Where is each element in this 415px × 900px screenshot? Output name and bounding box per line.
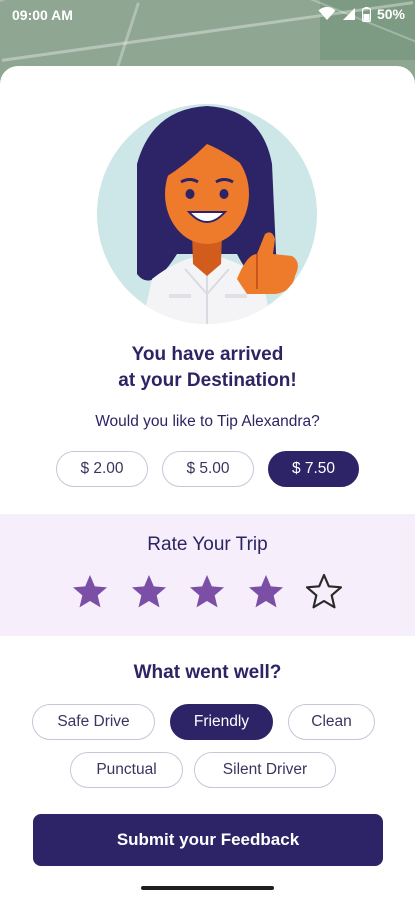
- battery-icon: [361, 6, 371, 22]
- tip-option-7-50[interactable]: $ 7.50: [268, 451, 359, 487]
- what-went-well-title: What went well?: [133, 662, 282, 683]
- signal-icon: [342, 8, 355, 20]
- tip-option-2-00[interactable]: $ 2.00: [56, 451, 148, 487]
- chip-punctual[interactable]: Punctual: [70, 752, 183, 788]
- rate-trip-title: Rate Your Trip: [147, 534, 268, 555]
- star-2-icon[interactable]: [129, 572, 169, 612]
- submit-feedback-button[interactable]: Submit your Feedback: [33, 814, 383, 866]
- status-bar: 09:00 AM 50%: [0, 0, 415, 30]
- arrival-title: You have arrived at your Destination!: [0, 342, 415, 394]
- wifi-icon: [318, 7, 336, 20]
- status-time: 09:00 AM: [12, 7, 73, 23]
- chip-clean[interactable]: Clean: [288, 704, 375, 740]
- home-indicator: [141, 886, 274, 890]
- tip-option-5-00[interactable]: $ 5.00: [162, 451, 254, 487]
- star-3-icon[interactable]: [187, 572, 227, 612]
- arrival-title-line2: at your Destination!: [118, 370, 297, 391]
- feedback-sheet: You have arrived at your Destination! Wo…: [0, 66, 415, 900]
- star-1-icon[interactable]: [70, 572, 110, 612]
- battery-level: 50%: [376, 6, 405, 22]
- rate-trip-section: Rate Your Trip: [0, 514, 415, 636]
- star-4-icon[interactable]: [246, 572, 286, 612]
- chip-safe-drive[interactable]: Safe Drive: [32, 704, 155, 740]
- chip-silent-driver[interactable]: Silent Driver: [194, 752, 336, 788]
- driver-avatar-illustration: [97, 104, 317, 324]
- chip-friendly[interactable]: Friendly: [170, 704, 273, 740]
- star-5-icon[interactable]: [304, 572, 344, 612]
- arrival-title-line1: You have arrived: [131, 344, 284, 365]
- tip-prompt: Would you like to Tip Alexandra?: [95, 413, 320, 430]
